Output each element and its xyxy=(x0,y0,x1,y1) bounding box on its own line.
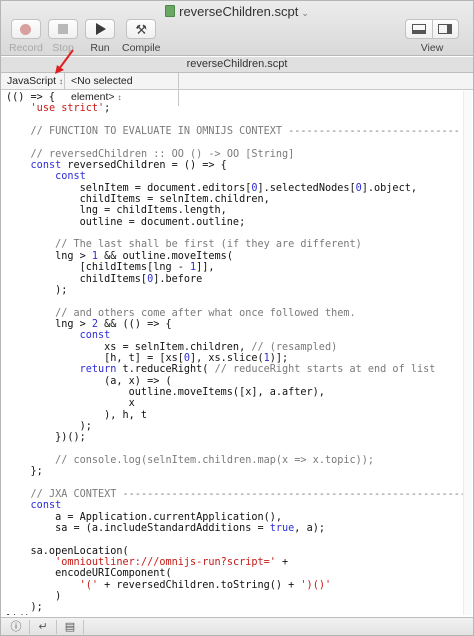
code-line: const xyxy=(55,171,86,183)
code-line: x xyxy=(6,398,135,410)
code-line: (() => { xyxy=(6,92,56,103)
code-line: // The last shall be first (if they are … xyxy=(55,239,362,251)
code-line: selnItem = document.editors[0].selectedN… xyxy=(6,182,417,194)
code-editor[interactable]: (() => { 'use strict'; // FUNCTION TO EV… xyxy=(1,91,463,615)
code-line: return t.reduceRight( // reduceRight sta… xyxy=(79,364,436,376)
code-line: // FUNCTION TO EVALUATE IN OMNIJS CONTEX… xyxy=(30,126,460,138)
chevron-down-icon[interactable]: ⌄ xyxy=(301,8,309,18)
tab-title: reverseChildren.scpt xyxy=(186,58,288,70)
window-title-text: reverseChildren.scpt xyxy=(179,4,299,19)
view-control: View xyxy=(405,19,459,54)
run-button[interactable]: Run xyxy=(85,19,115,54)
code-line: // console.log(selnItem.children.map(x =… xyxy=(55,455,375,466)
compile-button[interactable]: ⚒ Compile xyxy=(122,19,161,54)
red-annotation-arrow xyxy=(55,49,74,74)
bottom-bar: ⓘ ↵ ▤ xyxy=(1,617,473,635)
run-label: Run xyxy=(90,42,110,54)
code-line: outline.moveItems([x], a.after), xyxy=(6,386,325,398)
separator xyxy=(83,620,84,634)
code-line: const xyxy=(30,500,62,512)
bottom-pane-icon xyxy=(411,24,426,34)
code-line: }; xyxy=(6,466,43,478)
code-line: '(' + reversedChildren.toString() + ')()… xyxy=(79,579,332,591)
code-line: 'omnioutliner:///omnijs-run?script=' + xyxy=(55,557,289,569)
code-line: })(); xyxy=(6,614,463,615)
code-line: childItems = selnItem.children, xyxy=(6,194,270,206)
code-line: outline = document.outline; xyxy=(6,216,246,228)
code-line: lng > 2 && (() => { xyxy=(6,318,172,330)
view-side-pane-button[interactable] xyxy=(431,20,459,38)
record-button[interactable]: Record xyxy=(9,19,43,54)
stop-icon xyxy=(58,24,68,34)
compile-label: Compile xyxy=(122,42,161,54)
code-line: [childItems[lng - 1]], xyxy=(6,262,215,274)
code-line: // reversedChildren :: OO () -> OO [Stri… xyxy=(30,148,295,160)
updown-chevron-icon: ↕ xyxy=(59,77,64,86)
code-line: encodeURIComponent( xyxy=(6,568,172,580)
code-line: // and others come after what once follo… xyxy=(55,307,356,319)
code-line: ); xyxy=(6,420,92,432)
script-document-icon xyxy=(165,5,176,17)
list-icon[interactable]: ▤ xyxy=(60,620,80,634)
view-bottom-pane-button[interactable] xyxy=(406,20,432,38)
return-icon[interactable]: ↵ xyxy=(33,620,53,634)
hammer-icon: ⚒ xyxy=(135,21,148,37)
code-line: const reversedChildren = () => { xyxy=(30,160,227,172)
code-line: ); xyxy=(6,284,68,296)
code-line: 'use strict'; xyxy=(30,103,111,115)
code-line: const xyxy=(79,330,111,342)
record-label: Record xyxy=(9,42,43,54)
record-icon xyxy=(20,23,32,35)
separator xyxy=(56,620,57,634)
code-line: a = Application.currentApplication(), xyxy=(6,511,283,523)
code-line: childItems[0].before xyxy=(6,273,203,285)
code-line: sa = (a.includeStandardAdditions = true,… xyxy=(6,523,325,535)
code-line: ), h, t xyxy=(6,409,148,421)
play-icon xyxy=(96,23,106,35)
code-line: [h, t] = [xs[0], xs.slice(1)]; xyxy=(6,352,289,364)
code-line: })(); xyxy=(6,432,86,444)
window-title[interactable]: reverseChildren.scpt ⌄ xyxy=(1,4,473,19)
code-line: ) xyxy=(6,591,62,603)
vertical-scrollbar[interactable] xyxy=(463,91,472,615)
separator xyxy=(29,620,30,634)
side-pane-icon xyxy=(438,24,453,34)
code-line: lng = childItems.length, xyxy=(6,205,227,217)
code-line: // JXA CONTEXT -------------------------… xyxy=(30,489,463,501)
info-icon[interactable]: ⓘ xyxy=(6,620,26,634)
view-label: View xyxy=(420,42,444,54)
code-line: sa.openLocation( xyxy=(6,545,129,557)
code-line: (a, x) => ( xyxy=(6,375,172,387)
code-line: xs = selnItem.children, // (resampled) xyxy=(6,341,338,353)
language-label: JavaScript xyxy=(7,75,57,87)
code-line: lng > 1 && outline.moveItems( xyxy=(6,250,233,262)
code-line: ); xyxy=(6,602,43,614)
script-editor-window: reverseChildren.scpt ⌄ Record Stop Run ⚒ … xyxy=(0,0,474,636)
